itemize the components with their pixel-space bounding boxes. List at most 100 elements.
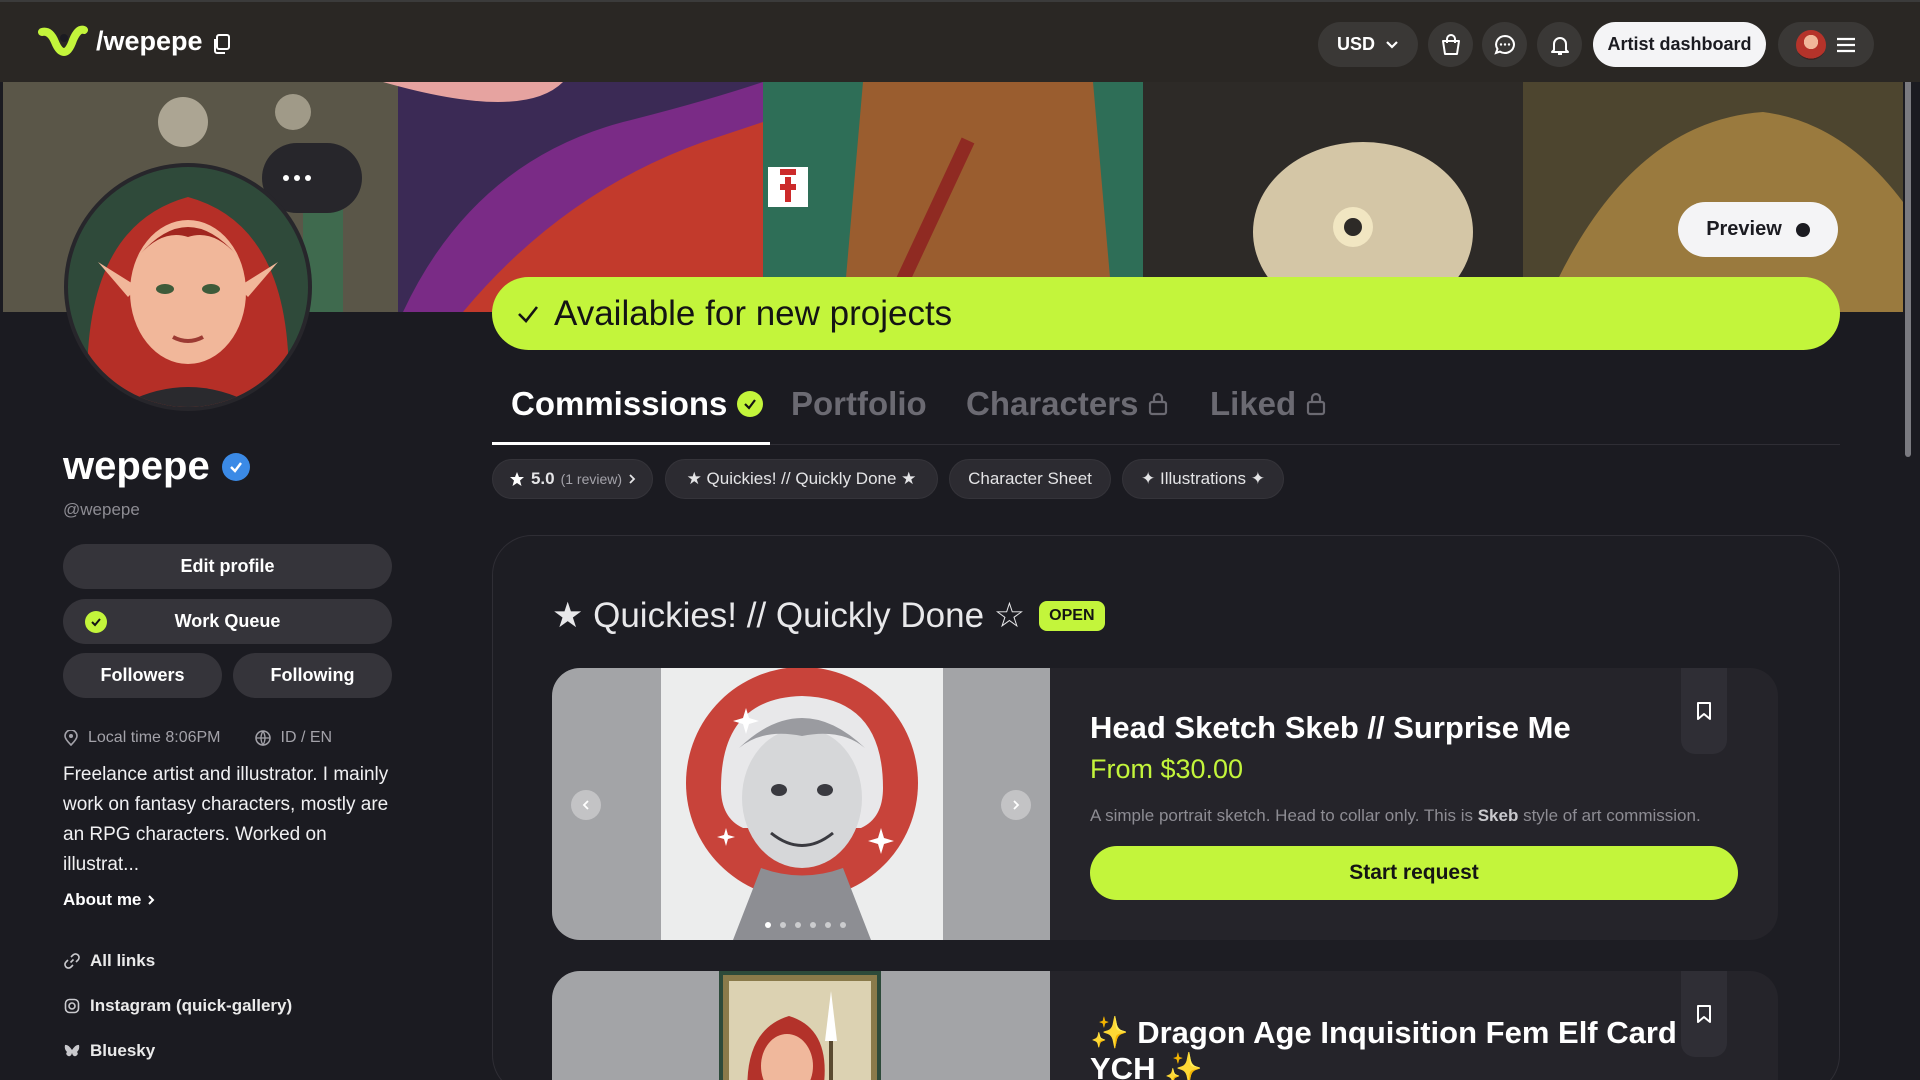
link-instagram[interactable]: Instagram (quick-gallery) (64, 996, 292, 1016)
work-queue-button[interactable]: Work Queue (63, 599, 392, 644)
section-title: ★ Quickies! // Quickly Done ☆ (552, 596, 1026, 635)
commission-image-carousel[interactable] (552, 668, 1050, 940)
work-queue-label: Work Queue (174, 611, 281, 631)
carousel-dot[interactable] (840, 922, 846, 928)
tab-commissions[interactable]: Commissions (511, 385, 764, 423)
about-me-link[interactable]: About me (63, 890, 155, 910)
bookmark-icon (1697, 1005, 1711, 1023)
link-label: All links (90, 951, 156, 970)
bluesky-icon (64, 1044, 80, 1057)
profile-avatar[interactable] (68, 167, 308, 407)
bookmark-button[interactable] (1681, 971, 1727, 1057)
location-pin-icon (64, 730, 78, 746)
description-text: A simple portrait sketch. Head to collar… (1090, 806, 1478, 825)
edit-profile-button[interactable]: Edit profile (63, 544, 392, 589)
filter-chip-illustrations[interactable]: ✦ Illustrations ✦ (1122, 459, 1284, 499)
dot-icon (294, 175, 300, 181)
rating-chip[interactable]: 5.0 (1 review) (492, 459, 653, 499)
profile-avatar-frame (64, 163, 312, 411)
description-highlight: Skeb (1477, 806, 1519, 825)
tab-liked[interactable]: Liked (1210, 385, 1326, 423)
availability-banner: Available for new projects (492, 277, 1840, 350)
dot-icon (283, 175, 289, 181)
commission-artwork (661, 668, 943, 940)
lock-icon (1149, 392, 1168, 416)
cart-button[interactable] (1428, 22, 1473, 67)
lock-icon (1307, 392, 1326, 416)
commission-image-carousel[interactable] (552, 971, 1050, 1080)
commission-card[interactable]: ✨ Dragon Age Inquisition Fem Elf Card YC… (552, 971, 1778, 1080)
check-circle-icon (737, 391, 764, 417)
active-tab-indicator (492, 442, 770, 445)
link-label: Bluesky (90, 1041, 156, 1060)
carousel-dot[interactable] (765, 922, 771, 928)
carousel-prev-button[interactable] (571, 790, 601, 820)
commission-card[interactable]: Head Sketch Skeb // Surprise Me From $30… (552, 668, 1778, 940)
status-badge: OPEN (1039, 601, 1105, 631)
followers-button[interactable]: Followers (63, 653, 222, 698)
carousel-next-button[interactable] (1001, 790, 1031, 820)
tab-portfolio[interactable]: Portfolio (791, 385, 927, 423)
chevron-right-icon (1013, 800, 1020, 810)
tab-label: Liked (1210, 385, 1297, 422)
dot-icon (305, 175, 311, 181)
link-icon (64, 953, 80, 969)
logo-icon[interactable] (38, 24, 88, 62)
carousel-dots[interactable] (765, 922, 846, 928)
profile-meta: Local time 8:06PM ID / EN (64, 729, 332, 747)
bookmark-button[interactable] (1681, 668, 1727, 754)
tab-label: Commissions (511, 385, 728, 422)
user-avatar (1796, 29, 1826, 60)
user-menu-button[interactable] (1778, 22, 1874, 67)
carousel-dot[interactable] (825, 922, 831, 928)
commission-description: A simple portrait sketch. Head to collar… (1090, 806, 1701, 826)
carousel-dot[interactable] (810, 922, 816, 928)
chat-icon (1493, 34, 1515, 55)
carousel-dot[interactable] (780, 922, 786, 928)
link-label: Instagram (quick-gallery) (90, 996, 293, 1015)
top-bar: /wepepe USD Artist dashboard (0, 0, 1920, 82)
check-icon (518, 305, 539, 323)
currency-select[interactable]: USD (1318, 22, 1418, 67)
check-circle-icon (85, 611, 107, 633)
about-me-label: About me (63, 890, 142, 909)
bookmark-icon (1697, 702, 1711, 720)
preview-toggle-icon (1795, 222, 1810, 237)
notifications-button[interactable] (1537, 22, 1582, 67)
artist-dashboard-button[interactable]: Artist dashboard (1593, 22, 1766, 67)
following-button[interactable]: Following (233, 653, 392, 698)
review-count: (1 review) (560, 471, 623, 487)
chevron-left-icon (582, 800, 589, 810)
cart-icon (1441, 33, 1460, 55)
globe-icon (254, 730, 271, 746)
link-bluesky[interactable]: Bluesky (64, 1041, 155, 1061)
instagram-icon (64, 998, 80, 1014)
messages-button[interactable] (1482, 22, 1527, 67)
commission-artwork (719, 971, 881, 1080)
commission-title[interactable]: Head Sketch Skeb // Surprise Me (1090, 710, 1571, 746)
currency-value: USD (1336, 34, 1375, 54)
filter-chip-character-sheet[interactable]: Character Sheet (949, 459, 1111, 499)
app-root: /wepepe USD Artist dashboard Preview Ava… (0, 0, 1920, 1080)
link-all-links[interactable]: All links (64, 951, 155, 971)
chevron-right-icon (148, 895, 155, 905)
filter-chip-quickies[interactable]: ★ Quickies! // Quickly Done ★ (665, 459, 938, 499)
verified-badge-icon (221, 452, 250, 481)
copy-icon[interactable] (213, 34, 231, 54)
chevron-down-icon (1386, 40, 1398, 49)
star-icon (509, 472, 524, 486)
commission-title[interactable]: ✨ Dragon Age Inquisition Fem Elf Card YC… (1090, 1015, 1710, 1080)
tab-characters[interactable]: Characters (966, 385, 1168, 423)
commission-price: From $30.00 (1090, 754, 1244, 784)
start-request-button[interactable]: Start request (1090, 846, 1738, 900)
page-scrollbar[interactable] (1905, 52, 1911, 457)
preview-button[interactable]: Preview (1678, 202, 1838, 257)
commission-section-header: ★ Quickies! // Quickly Done ☆ OPEN (552, 596, 1105, 636)
profile-handle-link[interactable]: /wepepe (96, 26, 203, 57)
username-text: wepepe (63, 444, 210, 488)
profile-at-handle: @wepepe (63, 500, 140, 519)
carousel-dot[interactable] (795, 922, 801, 928)
chevron-right-icon (629, 474, 636, 484)
tab-label: Portfolio (791, 385, 927, 422)
local-time: Local time 8:06PM (88, 729, 221, 746)
